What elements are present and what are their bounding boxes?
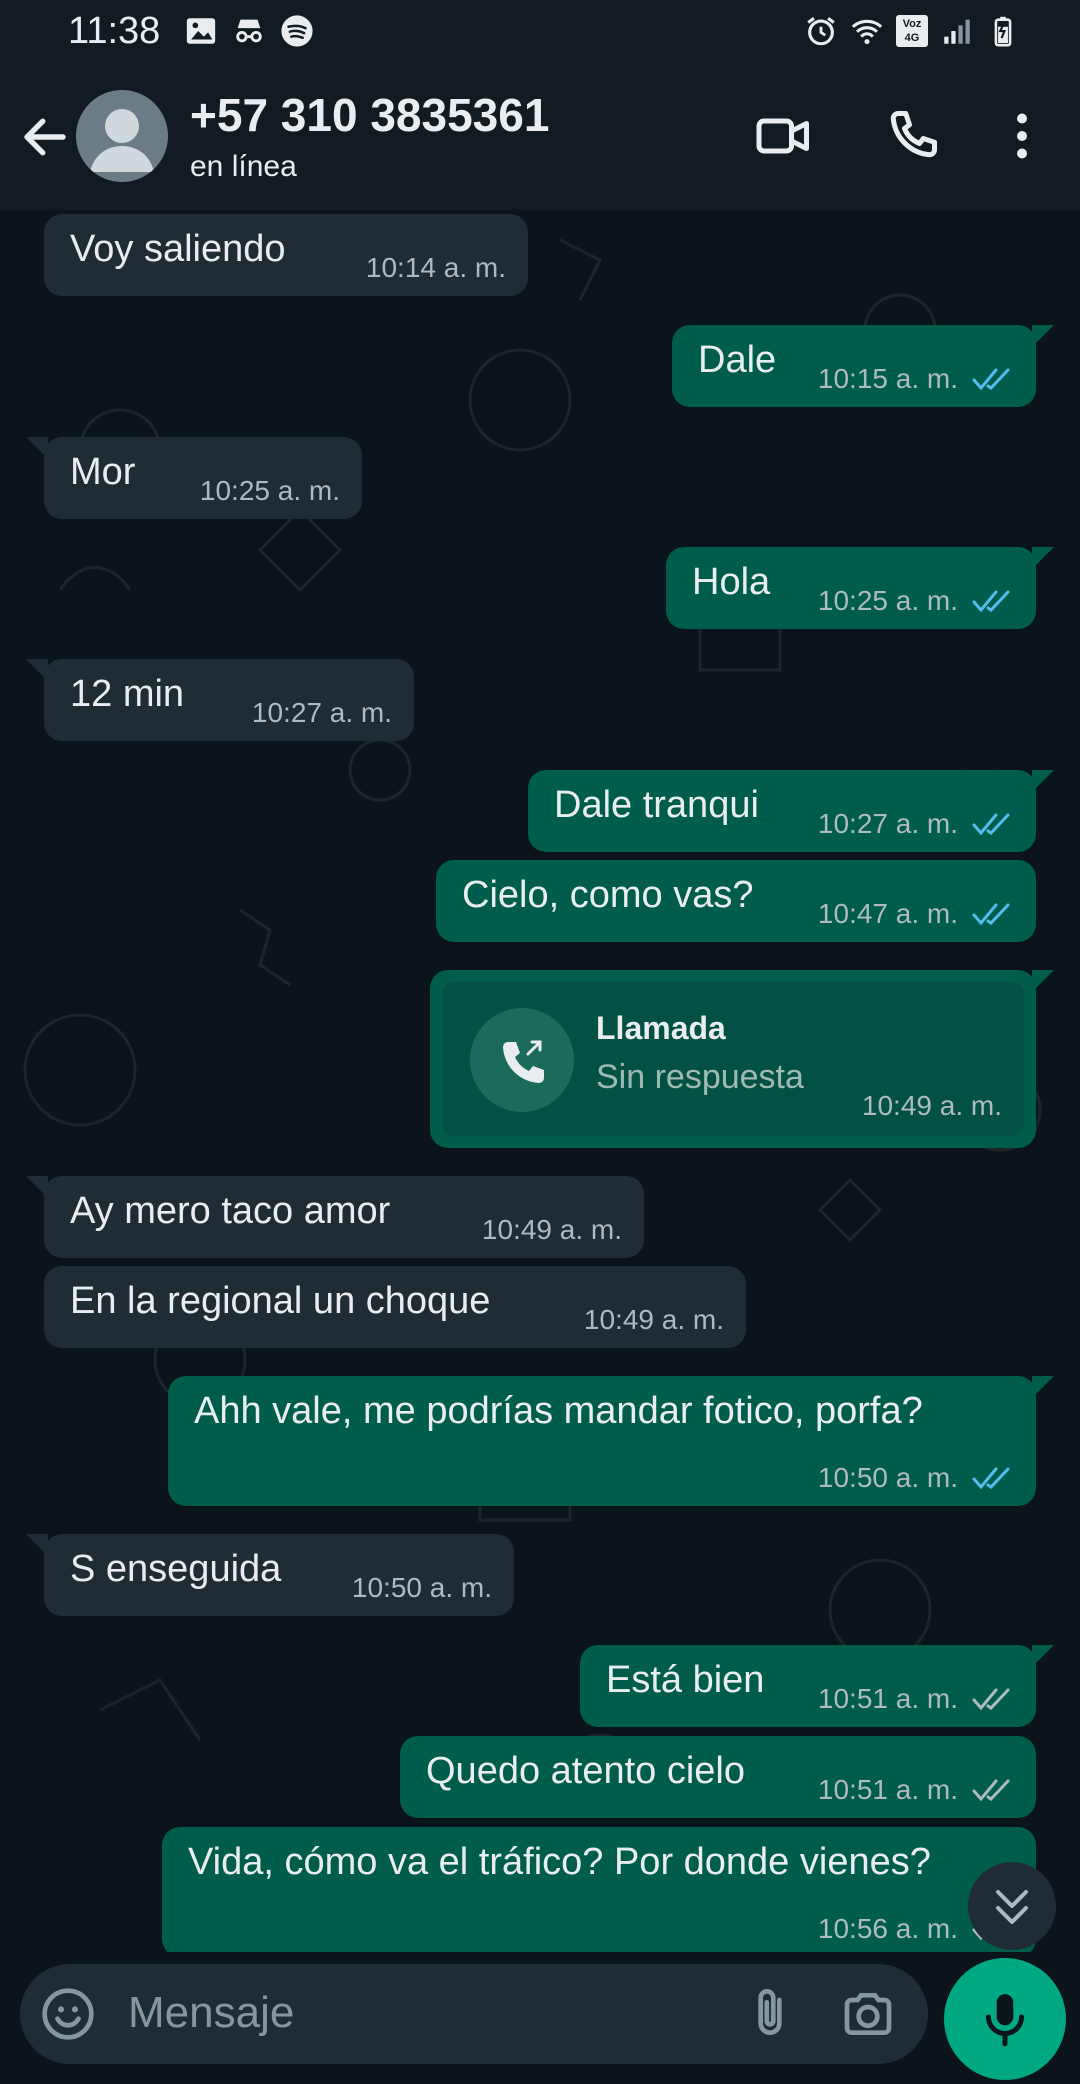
delivered-ticks-icon: [972, 1779, 1010, 1802]
message-time: 10:25 a. m.: [817, 585, 958, 616]
message-text: Dale: [698, 339, 777, 381]
message-text: Ay mero taco amor: [70, 1190, 391, 1232]
contact-status: en línea: [190, 150, 297, 183]
message-input[interactable]: Mensaje: [20, 1964, 928, 2064]
message-incoming[interactable]: S enseguida 10:50 a. m.: [26, 1534, 514, 1616]
message-time: 10:14 a. m.: [365, 252, 506, 283]
gallery-icon: [186, 18, 216, 44]
message-text: 12 min: [70, 673, 185, 715]
call-icon-circle: [470, 1008, 574, 1112]
status-bar: 11:38 Voz 4G: [0, 0, 1080, 66]
message-text: Quedo atento cielo: [426, 1750, 746, 1792]
avatar[interactable]: [76, 90, 168, 182]
message-text: Vida, cómo va el tráfico? Por donde vien…: [188, 1841, 931, 1883]
message-incoming[interactable]: Ay mero taco amor 10:49 a. m.: [26, 1176, 644, 1258]
message-outgoing[interactable]: Dale 10:15 a. m.: [672, 325, 1054, 407]
message-text: Cielo, como vas?: [462, 874, 754, 916]
message-time: 10:51 a. m.: [817, 1683, 958, 1714]
camera-icon[interactable]: [838, 1986, 898, 2042]
status-time: 11:38: [68, 10, 161, 52]
back-arrow-icon[interactable]: [18, 110, 72, 164]
call-status: Sin respuesta: [596, 1058, 804, 1096]
read-ticks-icon: [972, 903, 1010, 926]
message-incoming[interactable]: 12 min 10:27 a. m.: [26, 659, 414, 741]
message-outgoing[interactable]: Cielo, como vas? 10:47 a. m.: [436, 860, 1036, 942]
message-text: S enseguida: [70, 1548, 282, 1590]
message-time: 10:51 a. m.: [817, 1774, 958, 1805]
signal-icon: [944, 19, 970, 44]
read-ticks-icon: [972, 590, 1010, 613]
message-outgoing[interactable]: Hola 10:25 a. m.: [666, 547, 1054, 629]
read-ticks-icon: [972, 368, 1010, 391]
message-time: 10:49 a. m.: [481, 1214, 622, 1245]
chat-area[interactable]: Voy saliendo 10:14 a. m. Dale 10:15 a. m…: [0, 210, 1080, 1952]
message-time: 10:15 a. m.: [817, 363, 958, 394]
missed-call-message[interactable]: Llamada Sin respuesta 10:49 a. m.: [430, 970, 1054, 1148]
message-time: 10:49 a. m.: [583, 1304, 724, 1335]
message-text: Está bien: [606, 1659, 765, 1701]
message-time: 10:27 a. m.: [817, 808, 958, 839]
message-text: En la regional un choque: [70, 1280, 491, 1322]
message-incoming[interactable]: En la regional un choque 10:49 a. m.: [44, 1266, 746, 1348]
message-incoming[interactable]: Mor 10:25 a. m.: [26, 437, 362, 519]
message-text: Mor: [70, 451, 136, 493]
default-avatar-icon: [90, 109, 154, 172]
message-outgoing[interactable]: Quedo atento cielo 10:51 a. m.: [400, 1736, 1036, 1818]
volte-icon: Voz 4G: [896, 15, 928, 47]
microphone-icon: [985, 1994, 1025, 2047]
voice-call-icon[interactable]: [882, 106, 942, 166]
message-time: 10:27 a. m.: [251, 697, 392, 728]
message-time: 10:50 a. m.: [817, 1462, 958, 1493]
message-text: Voy saliendo: [70, 228, 286, 270]
message-time: 10:49 a. m.: [861, 1090, 1002, 1121]
message-outgoing[interactable]: Vida, cómo va el tráfico? Por donde vien…: [162, 1827, 1036, 1952]
message-time: 10:50 a. m.: [351, 1572, 492, 1603]
message-outgoing[interactable]: Ahh vale, me podrías mandar fotico, porf…: [168, 1376, 1054, 1506]
call-card[interactable]: Llamada Sin respuesta 10:49 a. m.: [442, 982, 1024, 1136]
call-title: Llamada: [596, 1010, 726, 1046]
spotify-icon: [281, 15, 313, 47]
message-text: Hola: [692, 561, 771, 603]
outgoing-call-icon: [503, 1040, 544, 1083]
scroll-to-bottom-button[interactable]: [968, 1862, 1056, 1950]
message-placeholder: Mensaje: [128, 1988, 295, 2037]
wifi-icon: [851, 19, 883, 45]
message-text: Dale tranqui: [554, 784, 759, 826]
read-ticks-icon: [972, 1467, 1010, 1490]
message-outgoing[interactable]: Dale tranqui 10:27 a. m.: [528, 770, 1054, 852]
chat-header: +57 310 3835361 en línea: [0, 66, 1080, 210]
double-chevron-down-icon: [996, 1890, 1028, 1924]
contact-name[interactable]: +57 310 3835361: [190, 88, 549, 142]
message-outgoing[interactable]: Está bien 10:51 a. m.: [580, 1645, 1054, 1727]
read-ticks-icon: [972, 813, 1010, 836]
message-time: 10:47 a. m.: [817, 898, 958, 929]
message-time: 10:56 a. m.: [817, 1913, 958, 1944]
emoji-icon[interactable]: [40, 1986, 96, 2042]
message-time: 10:25 a. m.: [199, 475, 340, 506]
alarm-icon: [807, 17, 835, 46]
more-options-icon[interactable]: [992, 106, 1052, 166]
attach-icon[interactable]: [742, 1986, 798, 2042]
delivered-ticks-icon: [972, 1688, 1010, 1711]
video-call-icon[interactable]: [754, 106, 814, 166]
incognito-icon: [236, 19, 262, 43]
battery-icon: [994, 16, 1012, 47]
message-incoming[interactable]: Voy saliendo 10:14 a. m.: [44, 214, 528, 296]
message-text: Ahh vale, me podrías mandar fotico, porf…: [194, 1390, 923, 1432]
voice-record-button[interactable]: [944, 1958, 1066, 2080]
composer-bar: Mensaje: [0, 1952, 1080, 2084]
